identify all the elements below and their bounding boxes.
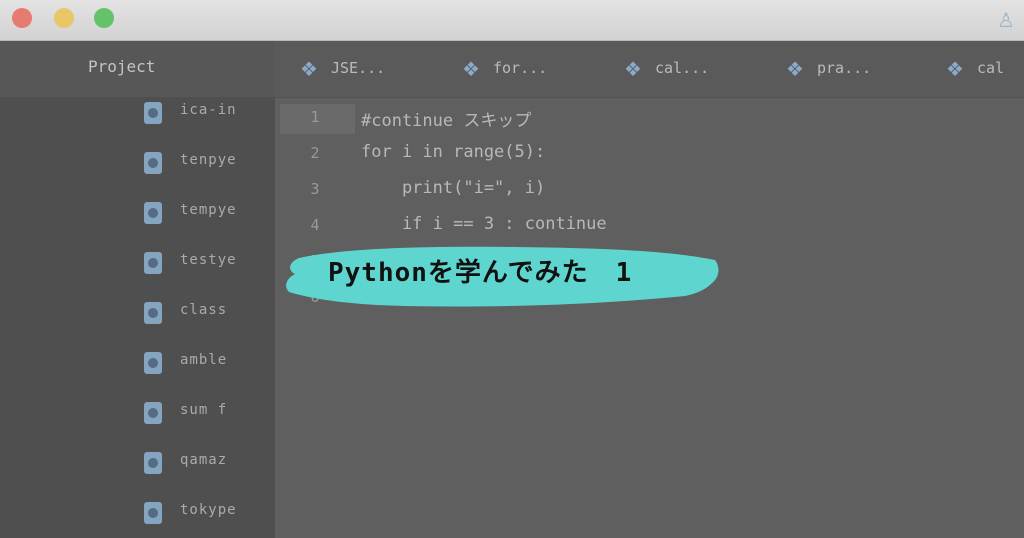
tree-item-label: tempye [180,202,237,218]
python-file-icon [144,302,162,324]
python-file-icon: ❖ [786,57,804,81]
tree-item[interactable]: tokype [140,499,270,531]
tab-label: for... [493,59,548,77]
python-file-icon [144,202,162,224]
sidebar-title: Project [88,57,156,76]
python-file-icon [144,102,162,124]
title-banner: Pythonを学んでみた 1 [285,238,725,312]
tree-item[interactable]: ica-in [140,99,270,131]
python-file-icon: ❖ [300,57,318,81]
tab-label: cal... [655,59,710,77]
minimize-window-button[interactable] [54,8,74,28]
tree-item[interactable]: amble [140,349,270,381]
python-file-icon: ❖ [946,57,964,81]
tree-item[interactable]: tempye [140,199,270,231]
title-bar: ♙ [0,0,1024,41]
line-number: 3 [310,180,320,198]
close-window-button[interactable] [12,8,32,28]
tab-label: pra... [817,59,872,77]
tree-item[interactable]: qamaz [140,449,270,481]
tab-bar: ❖ JSE... ❖ for... ❖ cal... ❖ pra... ❖ ca… [275,41,1024,98]
python-file-icon [144,252,162,274]
tree-item-label: sum f [180,402,228,418]
project-sidebar: Project ica-in tenpye tempye testye clas… [0,41,275,538]
code-line: #continue スキップ [361,111,532,131]
line-number: 1 [310,108,320,126]
python-file-icon: ❖ [624,57,642,81]
code-editor[interactable]: 1 2 3 4 5 6 #continue スキップ for i in rang… [275,98,1024,538]
tree-item-label: tokype [180,502,237,518]
tree-item[interactable]: sum f [140,399,270,431]
tree-item-label: tenpye [180,152,237,168]
editor-window: ♙ Project ica-in tenpye tempye testye cl… [0,0,1024,538]
tree-item[interactable]: class [140,299,270,331]
person-icon[interactable]: ♙ [996,6,1016,34]
python-file-icon [144,502,162,524]
python-file-icon [144,452,162,474]
tab-label: cal [977,59,1005,77]
tree-item[interactable]: tenpye [140,149,270,181]
tree-item[interactable]: testye [140,249,270,281]
maximize-window-button[interactable] [94,8,114,28]
tree-item-label: ica-in [180,102,237,118]
code-line: print("i=", i) [361,178,546,198]
python-file-icon [144,402,162,424]
code-line: if i == 3 : continue [361,214,607,234]
line-number: 4 [310,216,320,234]
python-file-icon [144,152,162,174]
banner-text: Pythonを学んでみた 1 [328,258,633,288]
tab-label: JSE... [331,59,386,77]
tree-item-label: class [180,302,228,318]
python-file-icon: ❖ [462,57,480,81]
tree-item-label: amble [180,352,228,368]
python-file-icon [144,352,162,374]
code-line: for i in range(5): [361,142,546,162]
line-number: 2 [310,144,320,162]
tree-item-label: qamaz [180,452,228,468]
sidebar-header: Project [0,41,275,97]
tree-item-label: testye [180,252,237,268]
